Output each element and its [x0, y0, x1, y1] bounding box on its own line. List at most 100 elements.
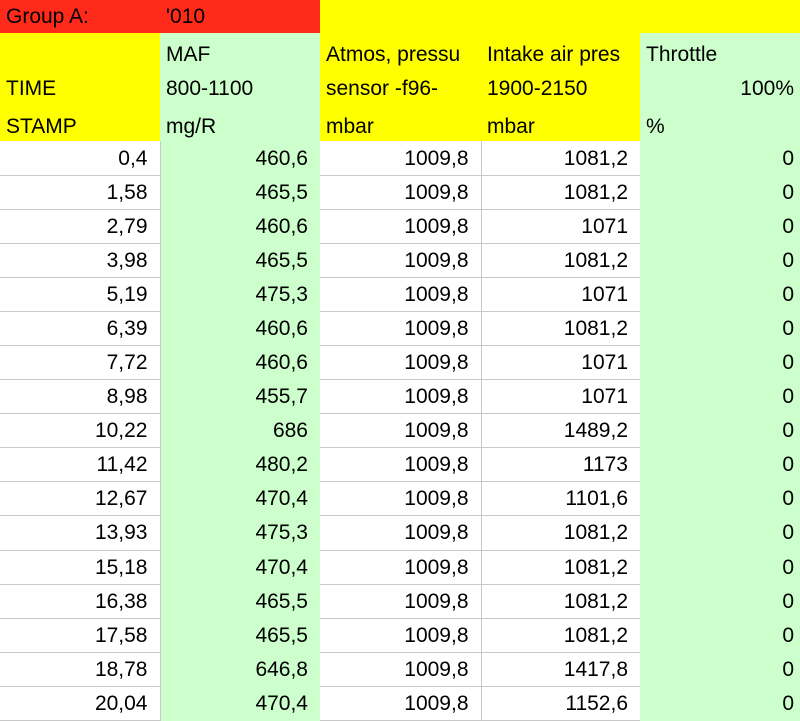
cell-maf[interactable]: 480,2: [160, 447, 320, 483]
cell-intake-air-pressure[interactable]: 1081,2: [481, 175, 640, 210]
cell-time-stamp[interactable]: 8,98: [0, 379, 161, 415]
group-code-cell[interactable]: '010: [160, 0, 320, 34]
cell-atmos-pressure[interactable]: 1009,8: [320, 277, 482, 313]
cell-throttle[interactable]: 0: [640, 584, 800, 619]
cell-maf[interactable]: 465,5: [160, 618, 320, 653]
cell-time-stamp[interactable]: 13,93: [0, 515, 161, 551]
cell-maf[interactable]: 470,4: [160, 686, 320, 721]
header-intake-line1[interactable]: Intake air pres: [481, 33, 640, 70]
cell-time-stamp[interactable]: 6,39: [0, 311, 161, 347]
cell-atmos-pressure[interactable]: 1009,8: [320, 413, 482, 449]
cell-maf[interactable]: 455,7: [160, 379, 320, 415]
cell-atmos-pressure[interactable]: 1009,8: [320, 686, 482, 721]
cell-time-stamp[interactable]: 3,98: [0, 243, 161, 279]
cell-throttle[interactable]: 0: [640, 277, 800, 313]
header-time-line2[interactable]: TIME: [0, 69, 160, 104]
cell-intake-air-pressure[interactable]: 1081,2: [481, 311, 640, 347]
cell-maf[interactable]: 460,6: [160, 311, 320, 347]
cell-intake-air-pressure[interactable]: 1173: [481, 447, 640, 483]
cell-intake-air-pressure[interactable]: 1081,2: [481, 141, 640, 176]
cell-atmos-pressure[interactable]: 1009,8: [320, 243, 482, 279]
empty-cell[interactable]: [481, 0, 640, 34]
cell-maf[interactable]: 460,6: [160, 141, 320, 176]
cell-time-stamp[interactable]: 20,04: [0, 686, 161, 721]
cell-maf[interactable]: 465,5: [160, 175, 320, 210]
cell-throttle[interactable]: 0: [640, 379, 800, 415]
cell-time-stamp[interactable]: 17,58: [0, 618, 161, 653]
cell-time-stamp[interactable]: 18,78: [0, 652, 161, 687]
cell-atmos-pressure[interactable]: 1009,8: [320, 175, 482, 210]
cell-atmos-pressure[interactable]: 1009,8: [320, 379, 482, 415]
cell-atmos-pressure[interactable]: 1009,8: [320, 618, 482, 653]
cell-maf[interactable]: 465,5: [160, 584, 320, 619]
cell-throttle[interactable]: 0: [640, 515, 800, 551]
cell-time-stamp[interactable]: 0,4: [0, 141, 161, 176]
cell-throttle[interactable]: 0: [640, 618, 800, 653]
cell-throttle[interactable]: 0: [640, 311, 800, 347]
cell-time-stamp[interactable]: 15,18: [0, 550, 161, 585]
cell-maf[interactable]: 475,3: [160, 515, 320, 551]
header-throttle-line3[interactable]: %: [640, 103, 800, 142]
cell-intake-air-pressure[interactable]: 1489,2: [481, 413, 640, 449]
cell-time-stamp[interactable]: 11,42: [0, 447, 161, 483]
header-throttle-line1[interactable]: Throttle: [640, 33, 800, 70]
cell-atmos-pressure[interactable]: 1009,8: [320, 311, 482, 347]
cell-atmos-pressure[interactable]: 1009,8: [320, 481, 482, 517]
header-atmos-line2[interactable]: sensor -f96-: [320, 69, 481, 104]
header-time-line1[interactable]: [0, 33, 160, 70]
cell-maf[interactable]: 470,4: [160, 481, 320, 517]
cell-intake-air-pressure[interactable]: 1071: [481, 379, 640, 415]
empty-cell[interactable]: [320, 0, 481, 34]
cell-time-stamp[interactable]: 7,72: [0, 345, 161, 381]
cell-atmos-pressure[interactable]: 1009,8: [320, 550, 482, 585]
cell-maf[interactable]: 470,4: [160, 550, 320, 585]
cell-time-stamp[interactable]: 1,58: [0, 175, 161, 210]
header-atmos-line3[interactable]: mbar: [320, 103, 481, 142]
cell-maf[interactable]: 475,3: [160, 277, 320, 313]
cell-maf[interactable]: 686: [160, 413, 320, 449]
cell-intake-air-pressure[interactable]: 1071: [481, 277, 640, 313]
empty-cell[interactable]: [640, 0, 800, 34]
cell-time-stamp[interactable]: 10,22: [0, 413, 161, 449]
cell-intake-air-pressure[interactable]: 1071: [481, 345, 640, 381]
cell-throttle[interactable]: 0: [640, 447, 800, 483]
cell-atmos-pressure[interactable]: 1009,8: [320, 447, 482, 483]
cell-atmos-pressure[interactable]: 1009,8: [320, 209, 482, 244]
cell-time-stamp[interactable]: 2,79: [0, 209, 161, 244]
cell-throttle[interactable]: 0: [640, 175, 800, 210]
cell-maf[interactable]: 465,5: [160, 243, 320, 279]
cell-intake-air-pressure[interactable]: 1081,2: [481, 243, 640, 279]
cell-time-stamp[interactable]: 5,19: [0, 277, 161, 313]
cell-intake-air-pressure[interactable]: 1101,6: [481, 481, 640, 517]
cell-throttle[interactable]: 0: [640, 481, 800, 517]
cell-intake-air-pressure[interactable]: 1081,2: [481, 550, 640, 585]
cell-atmos-pressure[interactable]: 1009,8: [320, 141, 482, 176]
cell-time-stamp[interactable]: 16,38: [0, 584, 161, 619]
cell-throttle[interactable]: 0: [640, 652, 800, 687]
header-intake-line2[interactable]: 1900-2150: [481, 69, 640, 104]
cell-throttle[interactable]: 0: [640, 345, 800, 381]
header-maf-line3[interactable]: mg/R: [160, 103, 320, 142]
cell-intake-air-pressure[interactable]: 1081,2: [481, 515, 640, 551]
cell-atmos-pressure[interactable]: 1009,8: [320, 652, 482, 687]
cell-intake-air-pressure[interactable]: 1417,8: [481, 652, 640, 687]
header-maf-line1[interactable]: MAF: [160, 33, 320, 70]
cell-maf[interactable]: 460,6: [160, 345, 320, 381]
header-atmos-line1[interactable]: Atmos, pressu: [320, 33, 481, 70]
cell-throttle[interactable]: 0: [640, 413, 800, 449]
header-intake-line3[interactable]: mbar: [481, 103, 640, 142]
cell-throttle[interactable]: 0: [640, 141, 800, 176]
header-throttle-line2[interactable]: 100%: [640, 69, 800, 104]
cell-intake-air-pressure[interactable]: 1071: [481, 209, 640, 244]
cell-throttle[interactable]: 0: [640, 550, 800, 585]
cell-maf[interactable]: 646,8: [160, 652, 320, 687]
group-label-cell[interactable]: Group A:: [0, 0, 160, 34]
cell-maf[interactable]: 460,6: [160, 209, 320, 244]
cell-throttle[interactable]: 0: [640, 209, 800, 244]
header-maf-line2[interactable]: 800-1100: [160, 69, 320, 104]
cell-throttle[interactable]: 0: [640, 243, 800, 279]
cell-atmos-pressure[interactable]: 1009,8: [320, 345, 482, 381]
cell-atmos-pressure[interactable]: 1009,8: [320, 515, 482, 551]
cell-intake-air-pressure[interactable]: 1081,2: [481, 618, 640, 653]
cell-atmos-pressure[interactable]: 1009,8: [320, 584, 482, 619]
